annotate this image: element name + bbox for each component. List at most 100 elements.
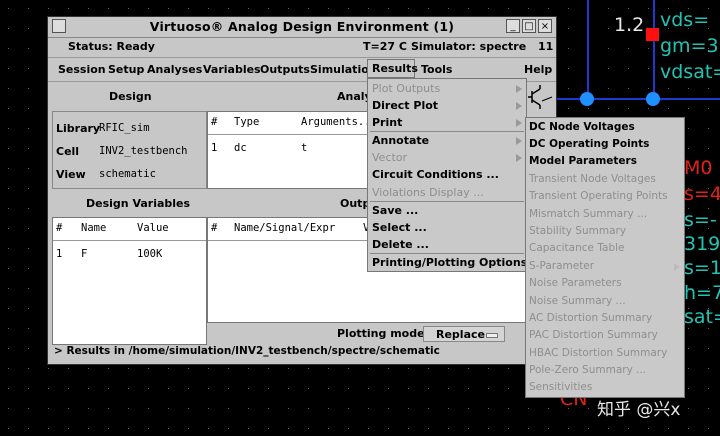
grid-dot [528, 8, 529, 9]
grid-dot [128, 428, 129, 429]
grid-dot [248, 368, 249, 369]
grid-dot [8, 408, 9, 409]
menu-item-plot-outputs[interactable]: Plot Outputs [372, 82, 440, 95]
grid-dot [488, 388, 489, 389]
menu-item-violations-display[interactable]: Violations Display ... [372, 186, 484, 199]
grid-dot [608, 428, 609, 429]
menu-tools[interactable]: Tools [421, 63, 452, 76]
grid-dot [188, 428, 189, 429]
submenu-item-ac-distortion-summary[interactable]: AC Distortion Summary [529, 312, 652, 324]
grid-dot [8, 368, 9, 369]
menu-item-circuit-conditions[interactable]: Circuit Conditions ... [372, 168, 499, 181]
submenu-item-s-parameter[interactable]: S-Parameter [529, 260, 594, 272]
grid-dot [648, 48, 649, 49]
submenu-item-capacitance-table[interactable]: Capacitance Table [529, 242, 624, 254]
grid-dot [448, 8, 449, 9]
menu-item-direct-plot[interactable]: Direct Plot [372, 99, 438, 112]
grid-dot [628, 8, 629, 9]
analyses-row-arguments[interactable]: t [301, 142, 307, 154]
grid-dot [248, 428, 249, 429]
submenu-item-mismatch-summary[interactable]: Mismatch Summary ... [529, 208, 647, 220]
submenu-item-noise-parameters[interactable]: Noise Parameters [529, 277, 622, 289]
variable-row-name[interactable]: F [81, 248, 87, 260]
submenu-item-transient-node-voltages[interactable]: Transient Node Voltages [529, 173, 656, 185]
grid-dot [668, 428, 669, 429]
grid-dot [368, 408, 369, 409]
variable-row-number[interactable]: 1 [56, 248, 62, 260]
grid-dot [48, 428, 49, 429]
grid-dot [708, 328, 709, 329]
grid-dot [448, 368, 449, 369]
maximize-button[interactable]: □ [522, 19, 536, 33]
grid-dot [708, 388, 709, 389]
schematic-label: vds= [660, 9, 710, 31]
variable-row-value[interactable]: 100K [137, 248, 162, 260]
schematic-label: 3192 [684, 233, 720, 255]
menu-item-printing-plotting-options[interactable]: Printing/Plotting Options ... [372, 256, 544, 269]
grid-dot [168, 368, 169, 369]
analyses-table[interactable]: # Type Arguments... 1 dc t [207, 111, 377, 189]
analyses-row-number[interactable]: 1 [211, 142, 217, 154]
submenu-item-transient-operating-points[interactable]: Transient Operating Points [529, 190, 668, 202]
menu-item-annotate[interactable]: Annotate [372, 134, 429, 147]
submenu-item-pac-distortion-summary[interactable]: PAC Distortion Summary [529, 329, 658, 341]
grid-dot [588, 408, 589, 409]
menu-variables[interactable]: Variables [203, 63, 261, 76]
grid-dot [48, 368, 49, 369]
grid-dot [468, 408, 469, 409]
menu-item-vector[interactable]: Vector [372, 151, 407, 164]
submenu-item-dc-operating-points[interactable]: DC Operating Points [529, 138, 649, 150]
menu-item-save[interactable]: Save ... [372, 204, 418, 217]
plotting-mode-select[interactable]: Replace [423, 326, 505, 342]
grid-dot [248, 388, 249, 389]
grid-dot [288, 388, 289, 389]
menu-help[interactable]: Help [524, 63, 552, 76]
grid-dot [368, 388, 369, 389]
grid-dot [168, 428, 169, 429]
menu-item-delete[interactable]: Delete ... [372, 238, 429, 251]
grid-dot [8, 248, 9, 249]
grid-dot [28, 308, 29, 309]
analyses-row-type[interactable]: dc [234, 142, 247, 154]
grid-dot [508, 8, 509, 9]
submenu-item-hbac-distortion-summary[interactable]: HBAC Distortion Summary [529, 347, 667, 359]
grid-dot [28, 328, 29, 329]
outputs-table[interactable]: # Name/Signal/Expr V [207, 217, 369, 323]
transistor-icon[interactable] [526, 83, 554, 111]
minimize-button[interactable]: _ [506, 19, 520, 33]
menu-analyses[interactable]: Analyses [147, 63, 202, 76]
submenu-arrow-icon [516, 137, 522, 145]
grid-dot [508, 388, 509, 389]
grid-dot [388, 368, 389, 369]
grid-dot [488, 368, 489, 369]
menu-session[interactable]: Session [58, 63, 106, 76]
grid-dot [8, 88, 9, 89]
grid-dot [8, 268, 9, 269]
design-variables-table[interactable]: # Name Value 1 F 100K [52, 217, 207, 345]
grid-dot [568, 88, 569, 89]
menu-item-select[interactable]: Select ... [372, 221, 427, 234]
menu-setup[interactable]: Setup [108, 63, 144, 76]
submenu-item-model-parameters[interactable]: Model Parameters [529, 155, 637, 167]
grid-dot [568, 108, 569, 109]
grid-dot [28, 408, 29, 409]
submenu-item-pole-zero-summary[interactable]: Pole-Zero Summary ... [529, 364, 646, 376]
grid-dot [688, 428, 689, 429]
table-header-divider [208, 134, 368, 135]
grid-dot [348, 368, 349, 369]
grid-dot [688, 148, 689, 149]
submenu-item-stability-summary[interactable]: Stability Summary [529, 225, 626, 237]
menu-outputs[interactable]: Outputs [260, 63, 310, 76]
grid-dot [468, 368, 469, 369]
view-value: schematic [99, 168, 156, 180]
title-bar[interactable]: Virtuoso® Analog Design Environment (1) … [48, 17, 556, 38]
grid-dot [628, 68, 629, 69]
menu-results[interactable]: Results [367, 59, 418, 78]
submenu-item-noise-summary[interactable]: Noise Summary ... [529, 295, 626, 307]
grid-dot [68, 8, 69, 9]
submenu-item-sensitivities[interactable]: Sensitivities [529, 381, 592, 393]
grid-dot [428, 428, 429, 429]
close-button[interactable]: × [538, 19, 552, 33]
submenu-item-dc-node-voltages[interactable]: DC Node Voltages [529, 121, 635, 133]
menu-item-print[interactable]: Print [372, 116, 402, 129]
